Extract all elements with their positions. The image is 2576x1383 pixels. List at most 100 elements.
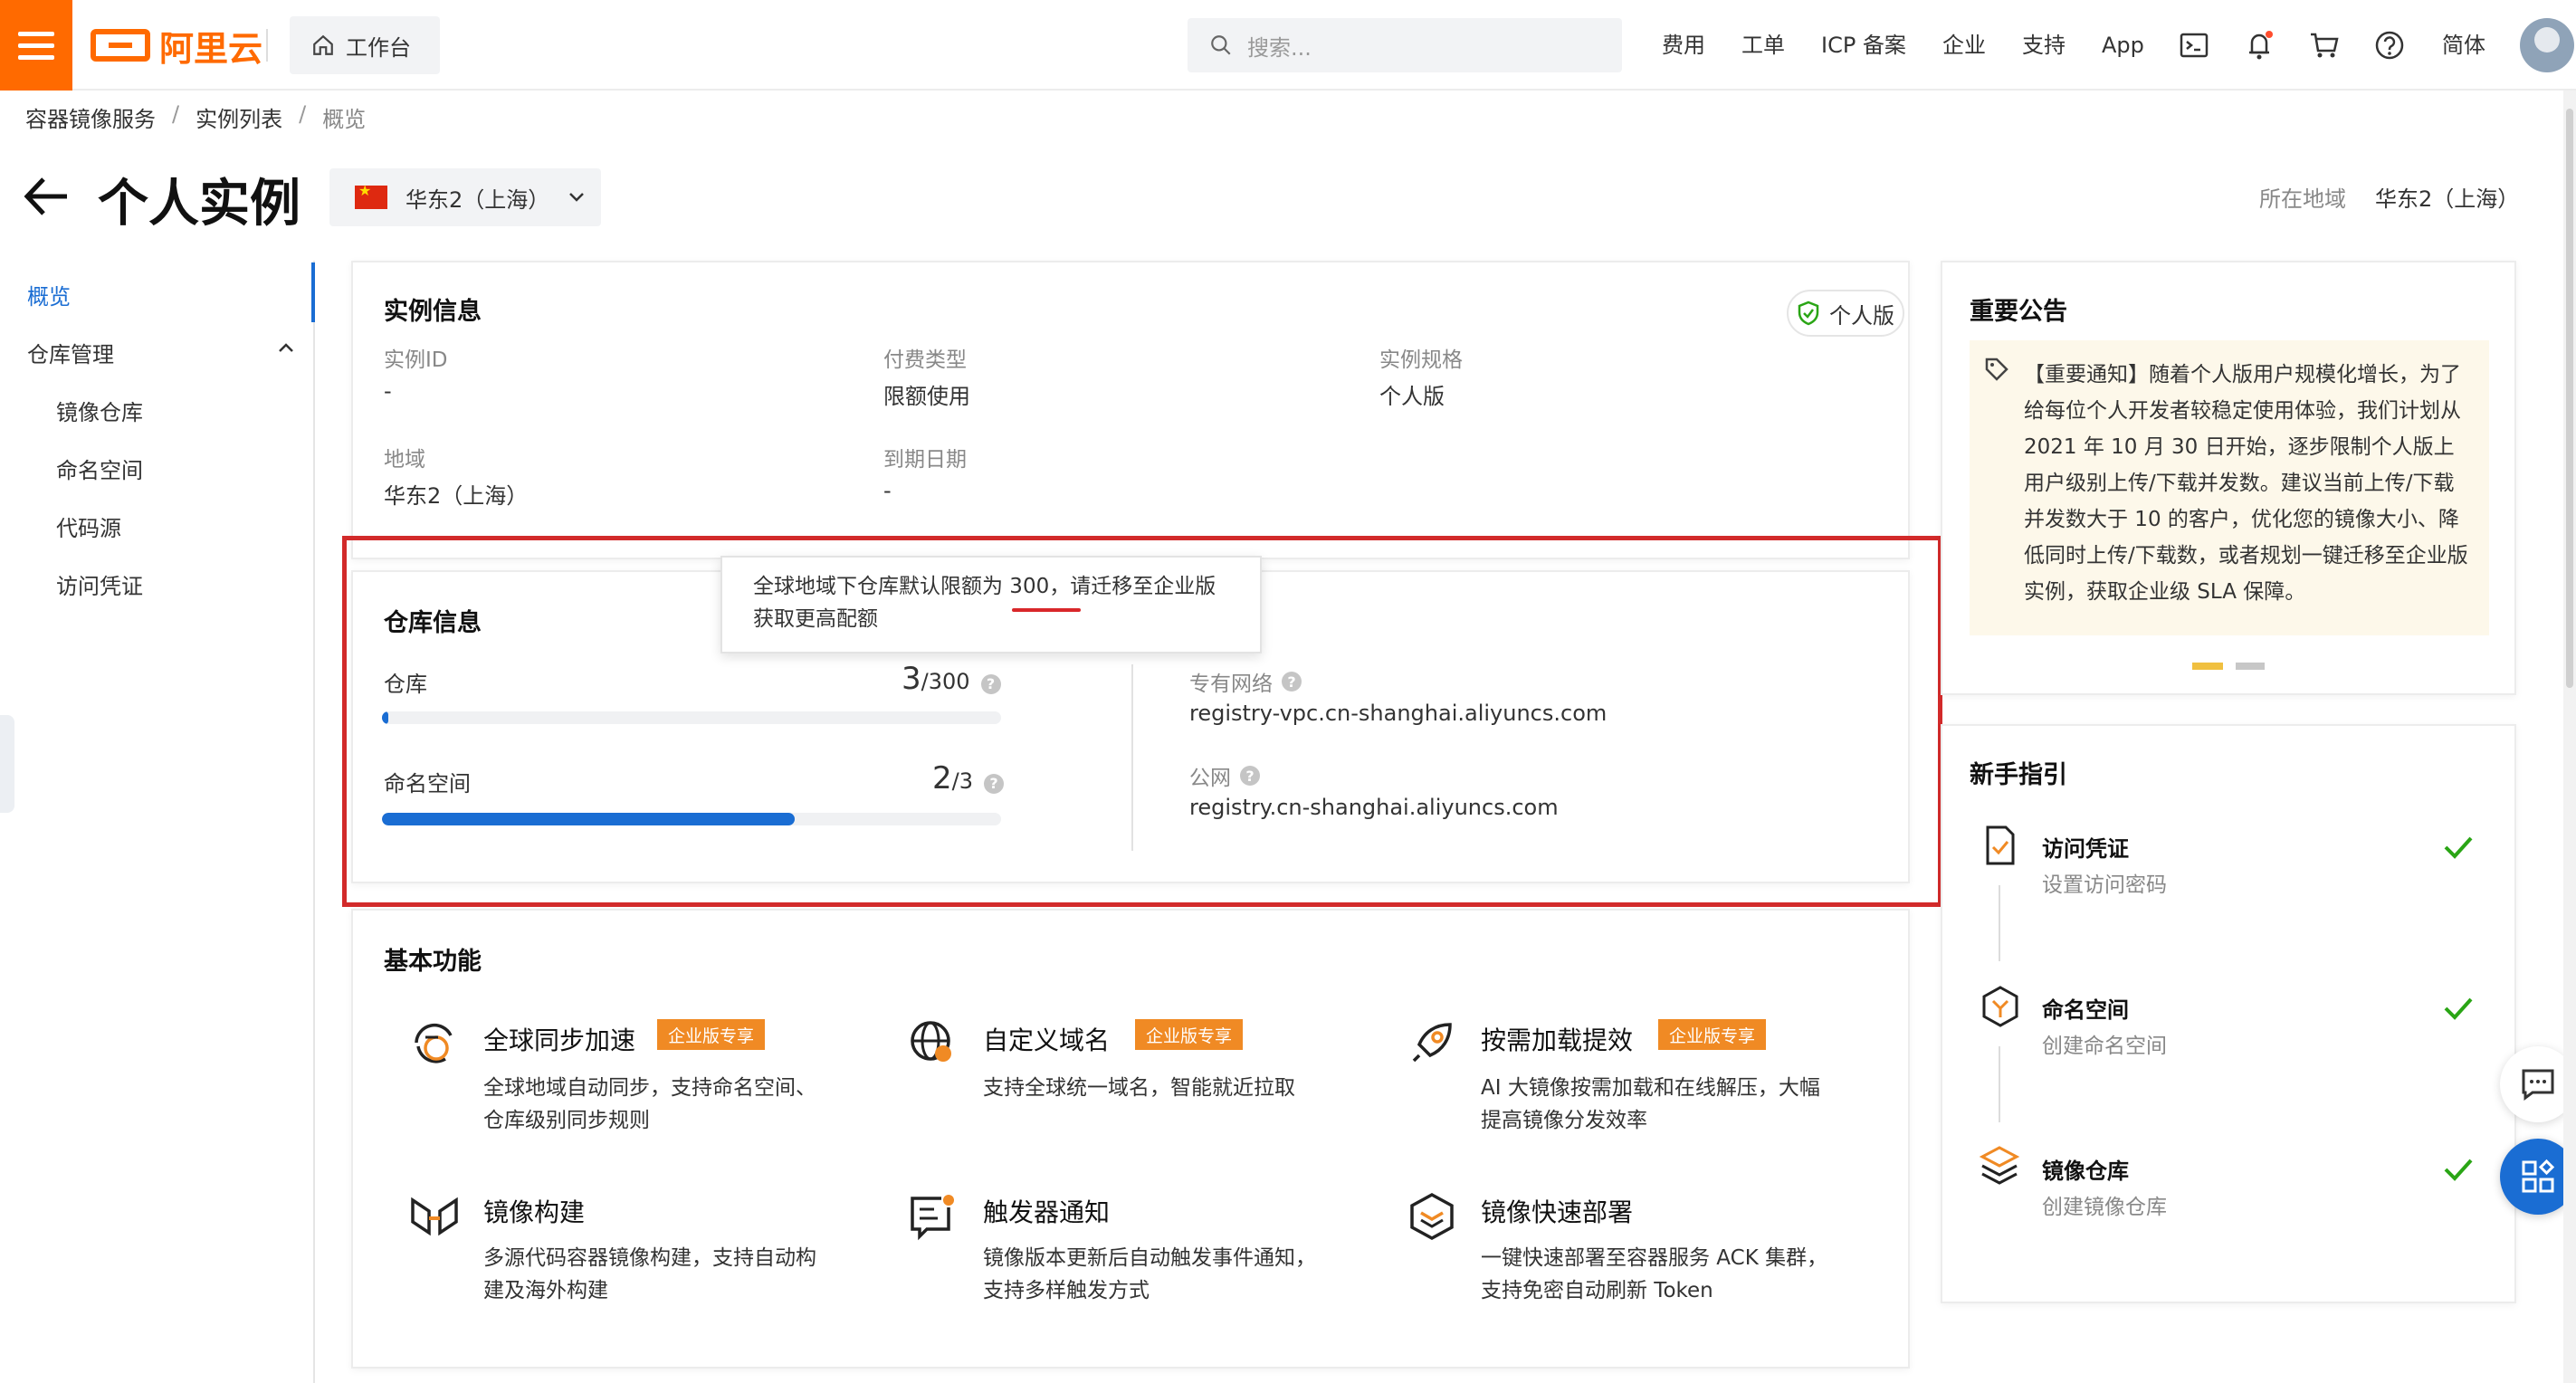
layers-icon — [1979, 1146, 2020, 1185]
nav-app[interactable]: App — [2102, 27, 2144, 63]
sidebar-active-indicator — [311, 262, 315, 322]
feature-title[interactable]: 镜像快速部署 — [1481, 1193, 1633, 1229]
region-select[interactable]: 华东2（上海） — [329, 168, 601, 226]
sidebar-item-credentials[interactable]: 访问凭证 — [56, 568, 143, 600]
feature-desc: 多源代码容器镜像构建，支持自动构 — [483, 1246, 816, 1270]
feature-desc: 一键快速部署至容器服务 ACK 集群， — [1481, 1246, 1828, 1270]
badge-label: 个人版 — [1829, 302, 1894, 329]
nav-icp[interactable]: ICP 备案 — [1821, 27, 1906, 63]
globe-sync-icon — [415, 1023, 453, 1063]
region-label: 所在地域 — [2259, 186, 2346, 212]
rocket-icon — [1412, 1023, 1452, 1063]
check-icon — [2444, 997, 2473, 1020]
bell-icon[interactable] — [2241, 27, 2277, 63]
feature-title[interactable]: 自定义域名 — [983, 1021, 1110, 1057]
page-scrollbar-thumb[interactable] — [2566, 109, 2573, 688]
carousel-dot[interactable] — [2236, 663, 2265, 670]
nav-tickets[interactable]: 工单 — [1741, 27, 1785, 63]
field-label-region: 地域 — [384, 448, 425, 472]
sidebar-item-namespace[interactable]: 命名空间 — [56, 453, 143, 484]
feature-desc: 支持全球统一域名，智能就近拉取 — [983, 1076, 1295, 1100]
language-switch[interactable]: 简体 — [2442, 27, 2485, 63]
namespace-icon — [1982, 986, 2018, 1027]
field-value-instance-id: - — [384, 378, 392, 404]
beginner-guide-title: 新手指引 — [1970, 761, 2067, 789]
carousel-dot-active[interactable] — [2192, 663, 2223, 670]
field-label-instance-spec: 实例规格 — [1379, 348, 1463, 372]
breadcrumb-separator: / — [172, 101, 180, 127]
avatar[interactable] — [2520, 18, 2574, 72]
trigger-notification-icon — [911, 1195, 954, 1241]
custom-domain-icon — [911, 1021, 951, 1062]
feature-desc: 全球地域自动同步，支持命名空间、 — [483, 1076, 816, 1100]
basic-features-title: 基本功能 — [384, 948, 482, 976]
feature-title[interactable]: 按需加载提效 — [1481, 1021, 1633, 1057]
help-icon[interactable] — [2371, 27, 2408, 63]
quota-tooltip: 全球地域下仓库默认限额为 300，请迁移至企业版 获取更高配额 — [720, 556, 1262, 653]
hamburger-menu-icon[interactable] — [0, 0, 72, 91]
announcement-title: 重要公告 — [1970, 298, 2067, 326]
nav-enterprise[interactable]: 企业 — [1942, 27, 1986, 63]
field-label-billing-type: 付费类型 — [883, 348, 967, 372]
chat-icon — [2522, 1069, 2554, 1101]
breadcrumb-item[interactable]: 容器镜像服务 — [25, 101, 156, 133]
feature-title[interactable]: 全球同步加速 — [483, 1021, 635, 1057]
breadcrumb-item[interactable]: 实例列表 — [196, 101, 282, 133]
feature-desc: 镜像版本更新后自动触发事件通知， — [983, 1246, 1316, 1270]
guide-connector — [1999, 1046, 2000, 1122]
sidebar-group-repo-mgmt[interactable]: 仓库管理 — [27, 337, 114, 368]
personal-edition-badge: 个人版 — [1787, 290, 1904, 337]
logo-text: 阿里云 — [159, 28, 263, 69]
guide-step-title[interactable]: 访问凭证 — [2042, 831, 2129, 863]
instance-info-title: 实例信息 — [384, 298, 482, 326]
feature-desc: 支持多样触发方式 — [983, 1279, 1150, 1302]
home-icon — [313, 34, 333, 55]
shield-check-icon — [1798, 300, 1819, 326]
check-icon — [2444, 836, 2473, 859]
terminal-icon[interactable] — [2176, 27, 2212, 63]
feature-desc: 支持免密自动刷新 Token — [1481, 1279, 1713, 1302]
image-build-icon — [411, 1197, 458, 1236]
field-value-billing-type: 限额使用 — [883, 384, 970, 409]
sidebar — [0, 261, 315, 1383]
sidebar-item-image-repo[interactable]: 镜像仓库 — [56, 395, 143, 426]
enterprise-only-tag: 企业版专享 — [1658, 1019, 1767, 1050]
check-icon — [2444, 1159, 2473, 1181]
field-value-instance-spec: 个人版 — [1379, 384, 1445, 409]
field-value-expiry: - — [883, 478, 892, 503]
announcement-body: 【重要通知】随着个人版用户规模化增长，为了给每位个人开发者较稳定使用体验，我们计… — [1970, 340, 2489, 635]
guide-step-title[interactable]: 命名空间 — [2042, 992, 2129, 1024]
breadcrumb-separator: / — [299, 101, 307, 127]
region-select-value: 华东2（上海） — [405, 186, 550, 213]
enterprise-only-tag: 企业版专享 — [657, 1019, 766, 1050]
field-label-instance-id: 实例ID — [384, 348, 448, 372]
search-input[interactable]: 搜索... — [1188, 18, 1622, 72]
sidebar-item-overview[interactable]: 概览 — [27, 279, 71, 310]
guide-step-sub: 创建镜像仓库 — [2042, 1196, 2167, 1219]
tooltip-line: 全球地域下仓库默认限额为 300，请迁移至企业版 — [753, 575, 1216, 598]
aliyun-logo[interactable]: 阿里云 — [91, 24, 262, 69]
aliyun-logo-mark-icon — [91, 29, 150, 62]
back-arrow-icon[interactable] — [22, 174, 72, 219]
chevron-up-icon[interactable] — [277, 339, 295, 357]
breadcrumb: 容器镜像服务 / 实例列表 / 概览 — [25, 101, 366, 133]
annotation-underline — [1012, 608, 1081, 612]
workbench-label: 工作台 — [346, 34, 411, 61]
tooltip-line: 获取更高配额 — [753, 607, 878, 631]
workbench-button[interactable]: 工作台 — [290, 16, 440, 74]
apps-grid-icon — [2522, 1159, 2555, 1193]
guide-connector — [1999, 885, 2000, 961]
guide-step-title[interactable]: 镜像仓库 — [2042, 1153, 2129, 1185]
nav-support[interactable]: 支持 — [2022, 27, 2066, 63]
chevron-down-icon — [569, 193, 585, 202]
feature-title[interactable]: 镜像构建 — [483, 1193, 585, 1229]
cart-icon[interactable] — [2306, 27, 2342, 63]
instance-info-card — [351, 261, 1910, 559]
feature-desc: 提高镜像分发效率 — [1481, 1109, 1647, 1132]
sidebar-collapse-handle[interactable] — [0, 715, 14, 813]
search-icon — [1211, 35, 1231, 55]
nav-fees[interactable]: 费用 — [1662, 27, 1705, 63]
sidebar-item-code-source[interactable]: 代码源 — [56, 510, 121, 542]
quick-deploy-icon — [1410, 1193, 1454, 1240]
feature-title[interactable]: 触发器通知 — [983, 1193, 1110, 1229]
